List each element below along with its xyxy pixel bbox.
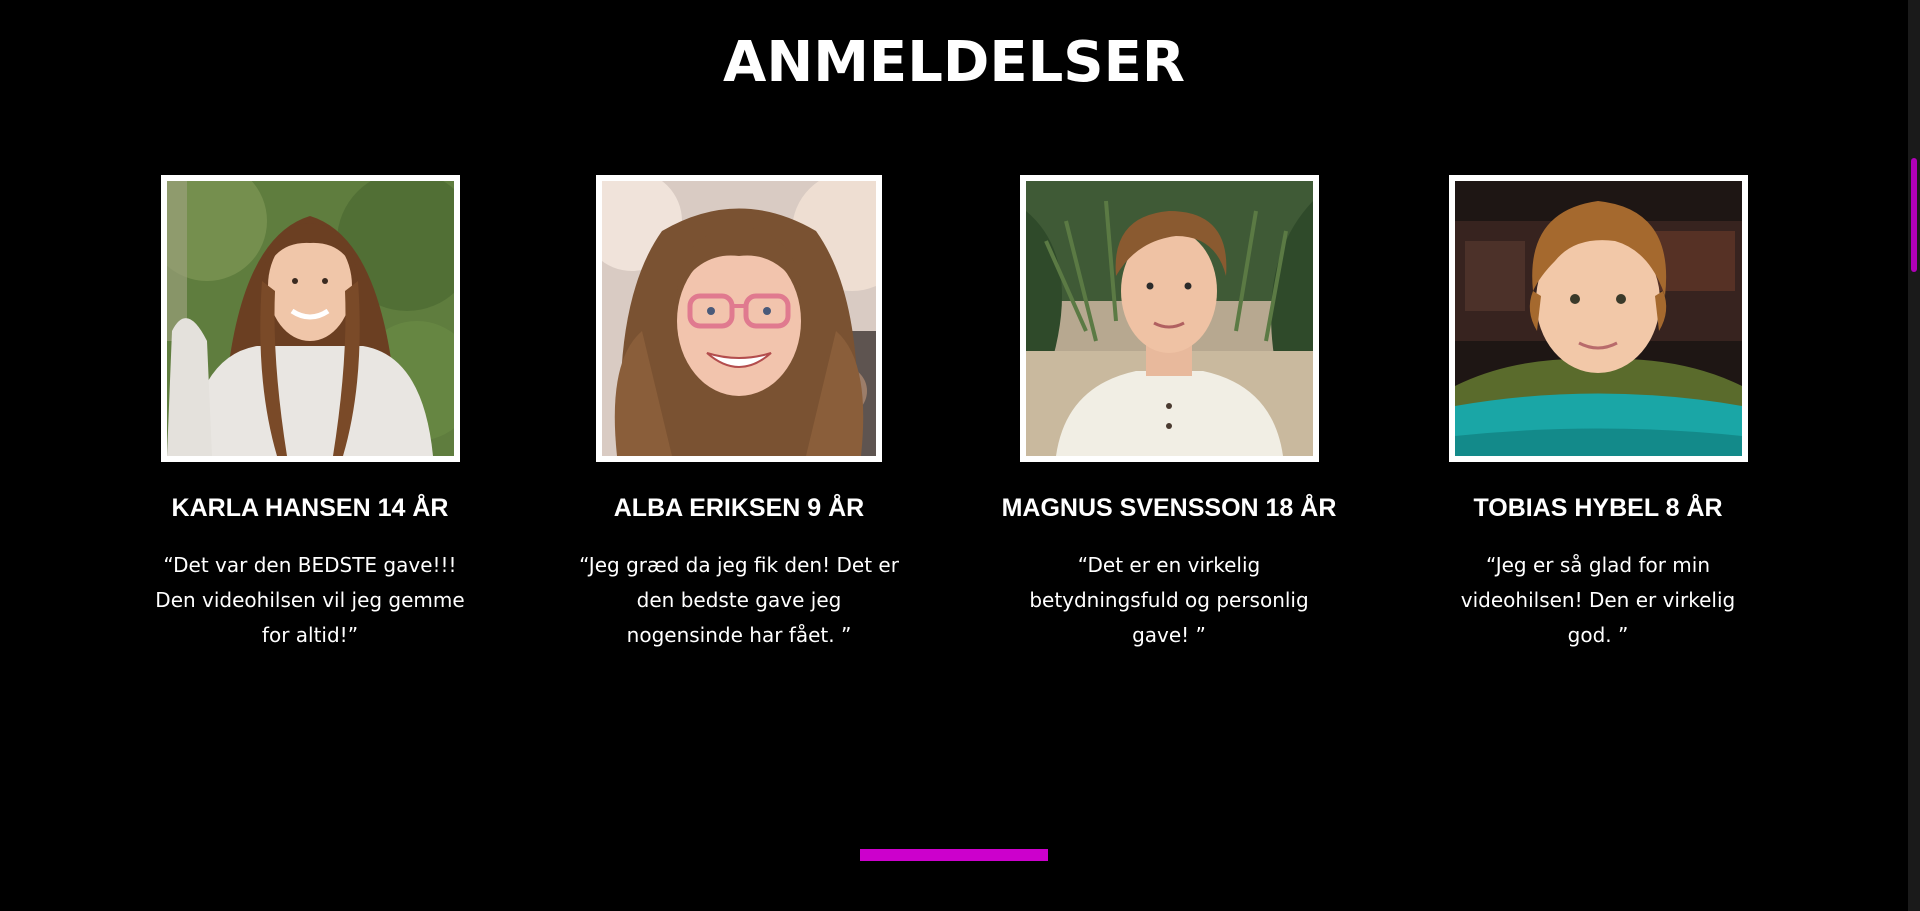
review-photo-frame: [596, 175, 882, 462]
review-quote: “Det er en virkelig betydningsfuld og pe…: [1029, 553, 1309, 647]
review-card-karla: KARLA HANSEN 14 ÅR “Det var den BEDSTE g…: [130, 175, 490, 653]
reviewer-photo-alba: [602, 181, 876, 456]
review-card-magnus: MAGNUS SVENSSON 18 ÅR “Det er en virkeli…: [989, 175, 1349, 653]
review-photo-frame: [1448, 175, 1748, 462]
reviewer-name: MAGNUS SVENSSON 18 ÅR: [1001, 494, 1337, 522]
review-card-alba: ALBA ERIKSEN 9 ÅR “Jeg græd da jeg fik d…: [559, 175, 919, 653]
review-quote: “Jeg græd da jeg fik den! Det er den bed…: [579, 553, 899, 647]
reviewer-photo-magnus: [1025, 181, 1313, 456]
reviewer-photo-tobias: [1454, 181, 1742, 456]
section-title: ANMELDELSER: [723, 30, 1185, 95]
review-photo-frame: [160, 175, 460, 462]
review-card-tobias: TOBIAS HYBEL 8 ÅR “Jeg er så glad for mi…: [1418, 175, 1778, 653]
page-scrollbar[interactable]: [1908, 0, 1920, 911]
reviews-page: ANMELDELSER KARLA HANSEN 14 ÅR “Det var …: [0, 0, 1920, 911]
reviewer-name: ALBA ERIKSEN 9 ÅR: [613, 494, 865, 522]
reviewer-name: TOBIAS HYBEL 8 ÅR: [1473, 494, 1723, 522]
reviewer-name: KARLA HANSEN 14 ÅR: [171, 494, 449, 522]
reviewer-photo-karla: [166, 181, 454, 456]
review-quote: “Jeg er så glad for min videohilsen! Den…: [1460, 553, 1736, 647]
scrollbar-thumb[interactable]: [1911, 158, 1917, 272]
review-photo-frame: [1019, 175, 1319, 462]
carousel-indicator[interactable]: [860, 849, 1048, 861]
review-quote: “Det var den BEDSTE gave!!! Den videohil…: [155, 553, 465, 647]
